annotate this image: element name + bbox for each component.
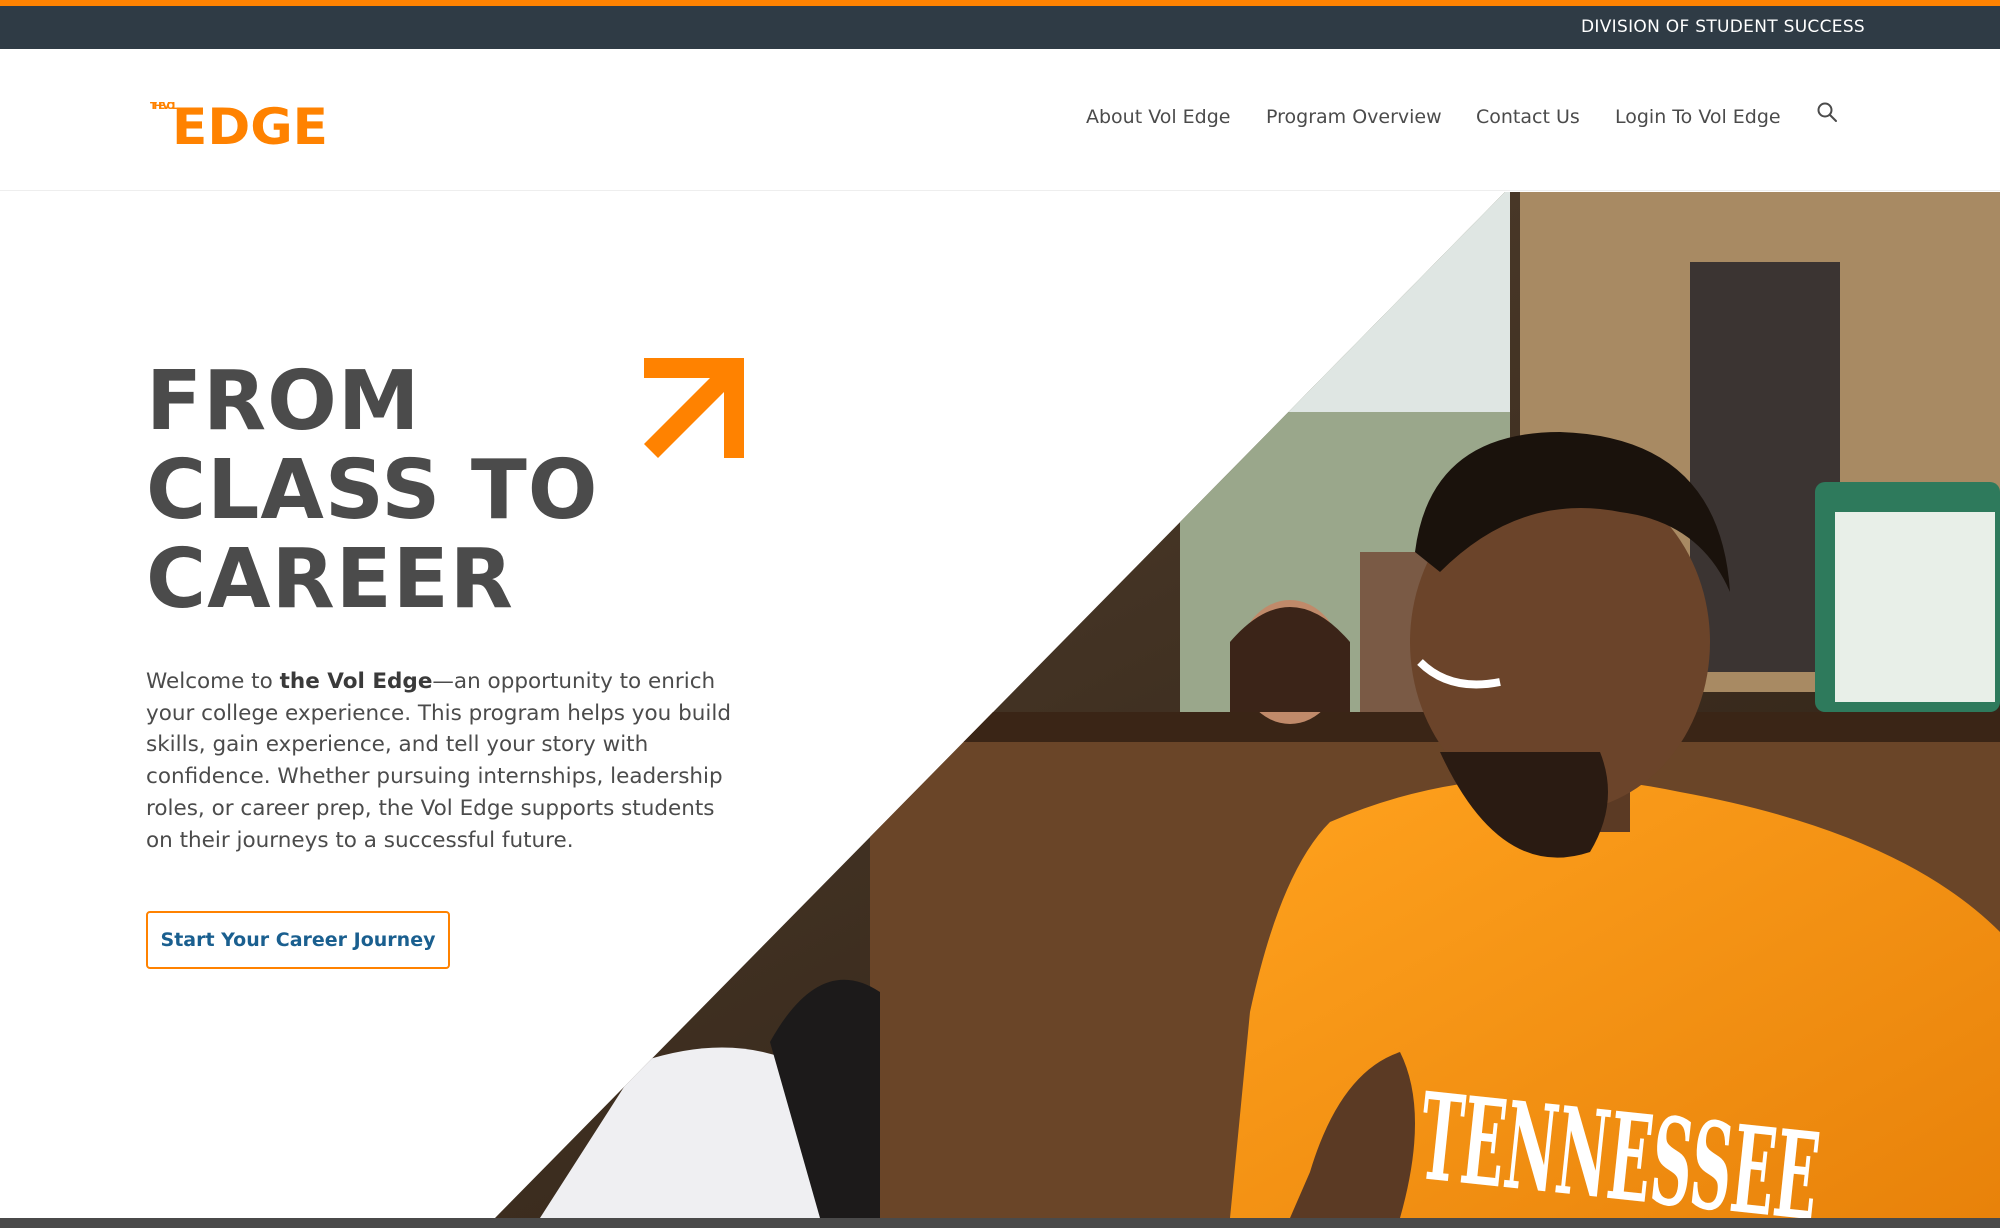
body-intro: Welcome to: [146, 669, 280, 694]
logo-big-text: EDGE: [172, 98, 328, 149]
nav-contact[interactable]: Contact Us: [1476, 106, 1580, 128]
site-header: THE VOL EDGE About Vol Edge Program Over…: [0, 49, 2000, 191]
nav-login[interactable]: Login To Vol Edge: [1615, 106, 1781, 128]
body-rest: —an opportunity to enrich your college e…: [146, 669, 731, 853]
nav-program-overview[interactable]: Program Overview: [1266, 106, 1442, 128]
hero-description: Welcome to the Vol Edge—an opportunity t…: [146, 666, 746, 856]
division-link[interactable]: DIVISION OF STUDENT SUCCESS: [1581, 17, 1865, 37]
search-icon[interactable]: [1815, 100, 1839, 124]
arrow-up-right-icon: [640, 354, 748, 462]
start-career-journey-button[interactable]: Start Your Career Journey: [146, 911, 450, 969]
body-brand: the Vol Edge: [279, 669, 433, 694]
hero-section: TENNESSEE FROM CLASS TO CAREER Welcome t…: [0, 192, 2000, 1218]
utility-bar: DIVISION OF STUDENT SUCCESS: [0, 0, 2000, 49]
nav-about[interactable]: About Vol Edge: [1086, 106, 1231, 128]
heading-line: CAREER: [146, 532, 514, 627]
footer-strip: [0, 1218, 2000, 1228]
vol-edge-logo[interactable]: THE VOL EDGE: [150, 89, 330, 156]
